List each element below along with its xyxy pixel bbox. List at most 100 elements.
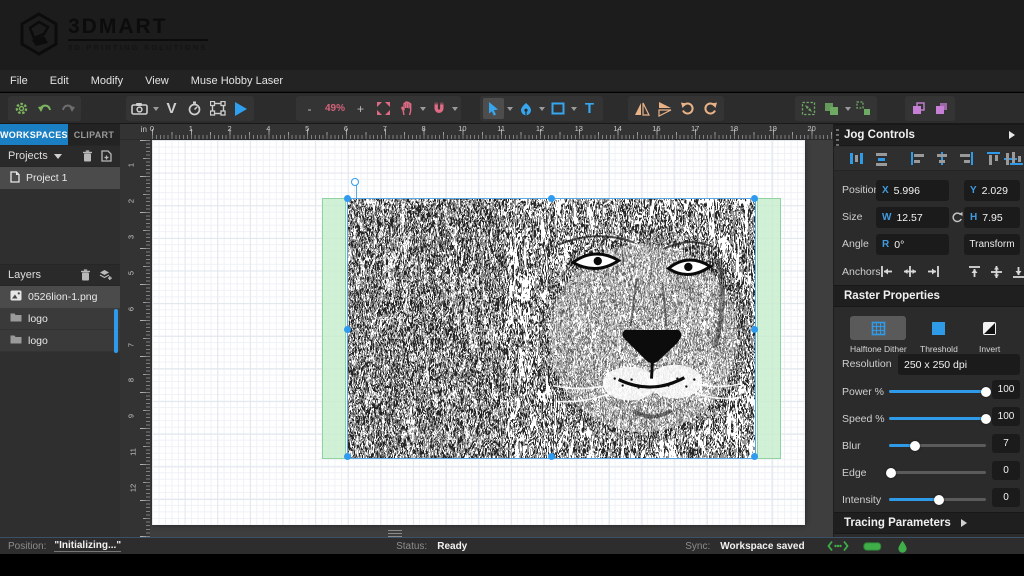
anchor-top-icon[interactable] [968, 265, 981, 284]
snap-caret-down-icon[interactable] [452, 107, 458, 111]
jog-controls-header[interactable]: Jog Controls [834, 124, 1024, 146]
flip-vertical-icon[interactable] [654, 98, 675, 119]
jog-expand-arrow-icon[interactable] [1009, 131, 1015, 139]
anchor-bottom-icon[interactable] [1012, 265, 1024, 284]
layer-row-logo-2[interactable]: logo [0, 330, 120, 352]
rotate-cw-icon[interactable] [700, 98, 721, 119]
camera-caret-down-icon[interactable] [153, 107, 159, 111]
engrave-zone-left[interactable] [322, 198, 346, 459]
distribute-vertical-icon[interactable] [874, 151, 890, 171]
menu-view[interactable]: View [145, 75, 169, 87]
tracing-expand-arrow-icon[interactable] [961, 519, 967, 527]
transform-button[interactable]: Transform [964, 234, 1020, 255]
align-top-icon[interactable] [986, 151, 1002, 171]
select-cursor-tool-icon[interactable] [483, 98, 504, 119]
layers-scrollbar-thumb[interactable] [114, 309, 118, 353]
zoom-out-button[interactable]: - [299, 98, 320, 119]
resolution-select[interactable]: 250 x 250 dpi [898, 354, 1020, 375]
position-x-field[interactable]: X 5.996 [876, 180, 949, 201]
layer-row-lion[interactable]: 0526lion-1.png [0, 286, 120, 308]
zoom-level[interactable]: 49% [322, 103, 348, 114]
raster-properties-header[interactable]: Raster Properties [834, 285, 1024, 307]
paste-icon[interactable] [931, 98, 952, 119]
blur-slider[interactable] [889, 444, 986, 447]
selection-handle-se[interactable] [751, 453, 758, 460]
power-slider[interactable] [889, 390, 986, 393]
undo-icon[interactable] [34, 98, 55, 119]
size-w-field[interactable]: W 12.57 [876, 207, 949, 228]
pan-caret-down-icon[interactable] [420, 107, 426, 111]
pen-tool-icon[interactable] [515, 98, 536, 119]
anchor-left-icon[interactable] [880, 265, 894, 283]
bottom-panel-grip[interactable] [388, 530, 402, 537]
power-value[interactable]: 100 [992, 380, 1020, 399]
connection-status-icon[interactable] [827, 540, 849, 552]
mode-threshold[interactable]: Threshold [920, 316, 958, 354]
capture-frame-icon[interactable] [207, 98, 228, 119]
menu-modify[interactable]: Modify [91, 75, 123, 87]
redo-icon[interactable] [57, 98, 78, 119]
selection-handle-ne[interactable] [751, 195, 758, 202]
align-center-horizontal-icon[interactable] [934, 151, 950, 171]
selection-handle-n[interactable] [548, 195, 555, 202]
run-job-play-icon[interactable] [230, 98, 251, 119]
edge-slider-thumb[interactable] [886, 468, 896, 478]
menu-file[interactable]: File [10, 75, 28, 87]
blur-value[interactable]: 7 [992, 434, 1020, 453]
edge-slider[interactable] [889, 471, 986, 474]
shape-rectangle-tool-icon[interactable] [547, 98, 568, 119]
select-caret-down-icon[interactable] [507, 107, 513, 111]
projects-caret-down-icon[interactable] [54, 154, 62, 159]
new-project-icon[interactable] [101, 150, 112, 162]
camera-capture-icon[interactable] [129, 98, 150, 119]
group-objects-icon[interactable] [821, 98, 842, 119]
intensity-value[interactable]: 0 [992, 488, 1020, 507]
workspace-page[interactable] [152, 140, 805, 525]
tab-clipart[interactable]: CLIPART [68, 124, 120, 145]
timer-icon[interactable] [184, 98, 205, 119]
group-caret-down-icon[interactable] [845, 107, 851, 111]
intensity-slider[interactable] [889, 498, 986, 501]
selection-handle-sw[interactable] [344, 453, 351, 460]
distribute-horizontal-icon[interactable] [848, 151, 864, 171]
pan-hand-icon[interactable] [396, 98, 417, 119]
power-slider-thumb[interactable] [981, 387, 991, 397]
align-right-icon[interactable] [958, 151, 974, 171]
speed-slider-thumb[interactable] [981, 414, 991, 424]
select-similar-icon[interactable] [798, 98, 819, 119]
project-row[interactable]: Project 1 [0, 167, 120, 189]
aspect-lock-sync-icon[interactable] [951, 211, 963, 229]
settings-gear-icon[interactable] [11, 98, 32, 119]
size-h-field[interactable]: H 7.95 [964, 207, 1020, 228]
ungroup-objects-icon[interactable] [853, 98, 874, 119]
pen-caret-down-icon[interactable] [539, 107, 545, 111]
mode-halftone-dither[interactable]: Halftone Dither [850, 316, 907, 354]
vector-trace-icon[interactable]: V [161, 98, 182, 119]
canvas-viewport[interactable] [150, 140, 833, 537]
engrave-zone-right[interactable] [757, 198, 781, 459]
angle-r-field[interactable]: R 0° [876, 234, 949, 255]
align-left-icon[interactable] [910, 151, 926, 171]
menu-muse-hobby-laser[interactable]: Muse Hobby Laser [191, 75, 283, 87]
shape-caret-down-icon[interactable] [571, 107, 577, 111]
speed-value[interactable]: 100 [992, 407, 1020, 426]
copy-icon[interactable] [908, 98, 929, 119]
selection-handle-s[interactable] [548, 453, 555, 460]
layer-row-logo-1[interactable]: logo [0, 308, 120, 330]
align-bottom-icon[interactable] [1009, 151, 1024, 171]
rotation-handle[interactable] [351, 178, 359, 186]
selection-handle-w[interactable] [344, 326, 351, 333]
delete-layer-trash-icon[interactable] [80, 269, 91, 281]
mode-invert[interactable]: Invert [979, 316, 1000, 354]
selection-handle-nw[interactable] [344, 195, 351, 202]
fit-to-screen-icon[interactable] [373, 98, 394, 119]
anchor-right-icon[interactable] [926, 265, 940, 283]
add-layer-icon[interactable] [99, 269, 112, 281]
edge-value[interactable]: 0 [992, 461, 1020, 480]
blur-slider-thumb[interactable] [910, 441, 920, 451]
delete-project-trash-icon[interactable] [82, 150, 93, 162]
intensity-slider-thumb[interactable] [934, 495, 944, 505]
speed-slider[interactable] [889, 417, 986, 420]
text-tool-icon[interactable]: T [579, 98, 600, 119]
anchor-center-horizontal-icon[interactable] [903, 265, 917, 283]
